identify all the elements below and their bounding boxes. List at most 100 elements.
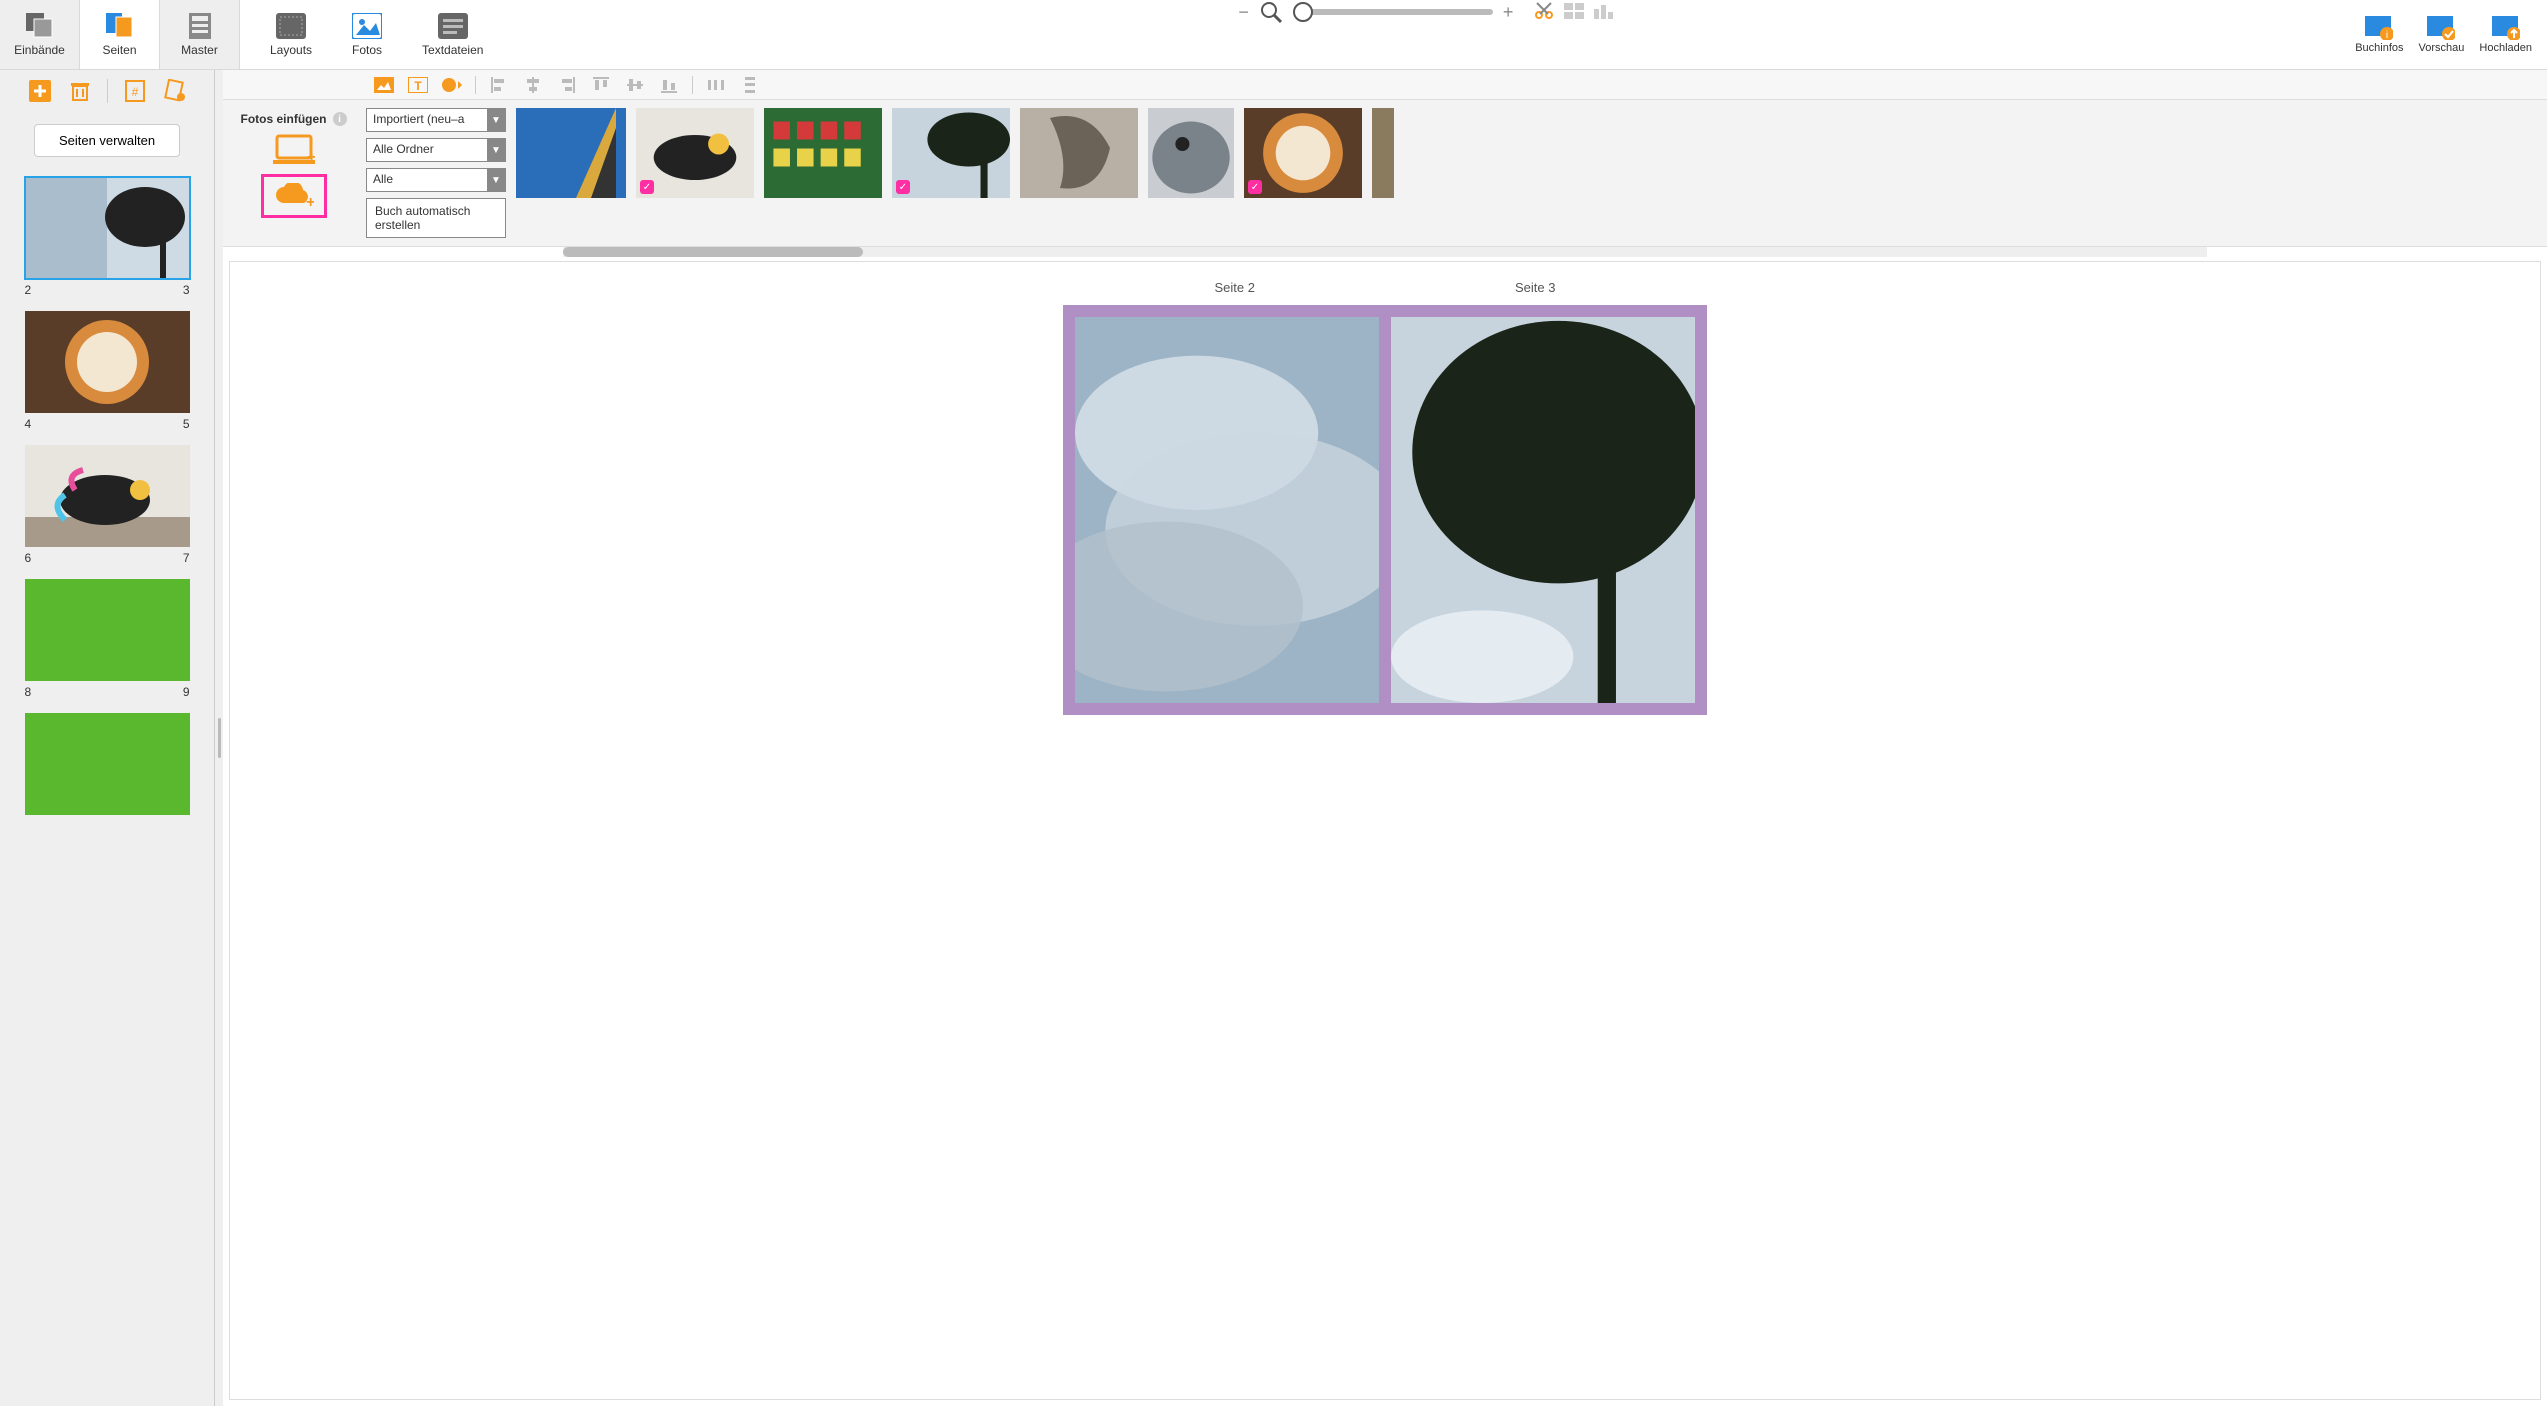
sort-select[interactable]: Importiert (neu–a▼ xyxy=(366,108,506,132)
check-icon: ✓ xyxy=(896,180,910,194)
thumb-page-right: 5 xyxy=(183,417,190,431)
svg-text:T: T xyxy=(414,79,422,93)
bars-view-icon[interactable] xyxy=(1593,0,1615,22)
preview-label: Vorschau xyxy=(2419,42,2465,54)
cut-icon[interactable] xyxy=(1533,0,1555,22)
pages-icon xyxy=(106,13,134,39)
spread-page-left[interactable] xyxy=(1075,317,1379,703)
page-label-left: Seite 2 xyxy=(1215,280,1255,295)
bookinfo-label: Buchinfos xyxy=(2355,42,2403,54)
master-icon xyxy=(189,13,211,39)
auto-create-button[interactable]: Buch automatisch erstellen xyxy=(366,198,506,238)
insert-shape-icon[interactable] xyxy=(441,74,463,96)
thumb-page-left: 8 xyxy=(25,685,32,699)
upload-icon xyxy=(2492,16,2520,40)
page-thumb[interactable]: 89 xyxy=(25,579,190,699)
grid-view-icon[interactable] xyxy=(1563,0,1585,22)
distribute-v-icon[interactable] xyxy=(739,74,761,96)
preview-button[interactable]: Vorschau xyxy=(2419,16,2465,54)
align-right-icon[interactable] xyxy=(556,74,578,96)
page-thumb[interactable]: 23 xyxy=(25,177,190,297)
chevron-down-icon: ▼ xyxy=(487,169,505,191)
clouds-photo xyxy=(1075,317,1379,703)
photo-thumb[interactable] xyxy=(1020,108,1138,198)
svg-text:+: + xyxy=(306,194,314,209)
thumb-page-right: 9 xyxy=(183,685,190,699)
page-thumb[interactable]: 45 xyxy=(25,311,190,431)
filter-select-value: Alle xyxy=(367,169,487,191)
upload-from-cloud-icon[interactable]: + xyxy=(261,174,327,218)
distribute-h-icon[interactable] xyxy=(705,74,727,96)
thumb-image xyxy=(25,177,190,279)
photo-strip[interactable]: ✓ ✓ ✓ xyxy=(516,108,2539,238)
photo-band-title: Fotos einfügen i xyxy=(241,112,347,126)
bookinfo-button[interactable]: i Buchinfos xyxy=(2355,16,2403,54)
tab-pages-label: Seiten xyxy=(102,43,136,57)
page-style-button[interactable] xyxy=(162,78,188,104)
photo-thumb[interactable]: ✓ xyxy=(636,108,754,198)
zoom-controls: − + xyxy=(1228,0,1523,24)
canvas[interactable]: Seite 2 Seite 3 xyxy=(229,261,2541,1400)
insert-text-icon[interactable]: T xyxy=(407,74,429,96)
page-thumb[interactable]: 67 xyxy=(25,445,190,565)
filter-select[interactable]: Alle▼ xyxy=(366,168,506,192)
tool-layouts[interactable]: Layouts xyxy=(270,13,312,57)
folder-select[interactable]: Alle Ordner▼ xyxy=(366,138,506,162)
thumb-image xyxy=(25,713,190,815)
zoom-in[interactable]: + xyxy=(1503,2,1514,23)
add-page-button[interactable] xyxy=(27,78,53,104)
align-center-h-icon[interactable] xyxy=(522,74,544,96)
zoom-knob[interactable] xyxy=(1293,2,1313,22)
photo-toolbar: T xyxy=(223,70,2547,100)
align-middle-icon[interactable] xyxy=(624,74,646,96)
photo-thumb[interactable] xyxy=(1372,108,1394,198)
main-tabs: Einbände Seiten Master xyxy=(0,0,240,69)
upload-label: Hochladen xyxy=(2479,42,2532,54)
sort-select-value: Importiert (neu–a xyxy=(367,109,487,131)
photo-band: Fotos einfügen i + + Importiert (neu–a▼ … xyxy=(223,100,2547,247)
sidebar-splitter[interactable] xyxy=(215,70,223,1406)
upload-button[interactable]: Hochladen xyxy=(2479,16,2532,54)
zoom-out[interactable]: − xyxy=(1238,2,1249,23)
delete-page-button[interactable] xyxy=(67,78,93,104)
tab-pages[interactable]: Seiten xyxy=(80,0,160,69)
preview-icon xyxy=(2427,16,2455,40)
align-bottom-icon[interactable] xyxy=(658,74,680,96)
upload-from-computer-icon[interactable]: + xyxy=(273,134,315,166)
tab-master[interactable]: Master xyxy=(160,0,240,69)
photo-strip-scrollbar[interactable] xyxy=(563,247,2207,257)
zoom-slider[interactable] xyxy=(1293,9,1493,15)
insert-image-icon[interactable] xyxy=(373,74,395,96)
align-left-icon[interactable] xyxy=(488,74,510,96)
photos-icon xyxy=(352,13,382,39)
photo-thumb[interactable] xyxy=(516,108,626,198)
photo-thumb[interactable]: ✓ xyxy=(892,108,1010,198)
svg-text:#: # xyxy=(131,85,138,99)
thumb-page-right: 7 xyxy=(183,551,190,565)
sidebar-actions: # xyxy=(27,78,188,104)
page-number-button[interactable]: # xyxy=(122,78,148,104)
thumb-image xyxy=(25,445,190,547)
top-toolbar: Einbände Seiten Master Layouts Fotos xyxy=(0,0,2547,70)
view-mode-icons xyxy=(1523,0,1625,22)
svg-text:+: + xyxy=(307,149,315,166)
info-icon[interactable]: i xyxy=(333,112,347,126)
check-icon: ✓ xyxy=(1248,180,1262,194)
thumb-page-left: 2 xyxy=(25,283,32,297)
page-label-right: Seite 3 xyxy=(1515,280,1555,295)
tool-textfiles[interactable]: Textdateien xyxy=(422,13,483,57)
layouts-icon xyxy=(276,13,306,39)
spread-page-right[interactable] xyxy=(1391,317,1695,703)
spread[interactable] xyxy=(1063,305,1707,715)
photo-thumb[interactable] xyxy=(764,108,882,198)
photo-thumb[interactable] xyxy=(1148,108,1234,198)
tool-photos[interactable]: Fotos xyxy=(352,13,382,57)
manage-pages-button[interactable]: Seiten verwalten xyxy=(34,124,180,157)
photo-thumb[interactable]: ✓ xyxy=(1244,108,1362,198)
tool-layouts-label: Layouts xyxy=(270,43,312,57)
page-thumb[interactable] xyxy=(25,713,190,819)
align-top-icon[interactable] xyxy=(590,74,612,96)
tab-covers[interactable]: Einbände xyxy=(0,0,80,69)
check-icon: ✓ xyxy=(640,180,654,194)
photo-band-title-text: Fotos einfügen xyxy=(241,112,327,126)
